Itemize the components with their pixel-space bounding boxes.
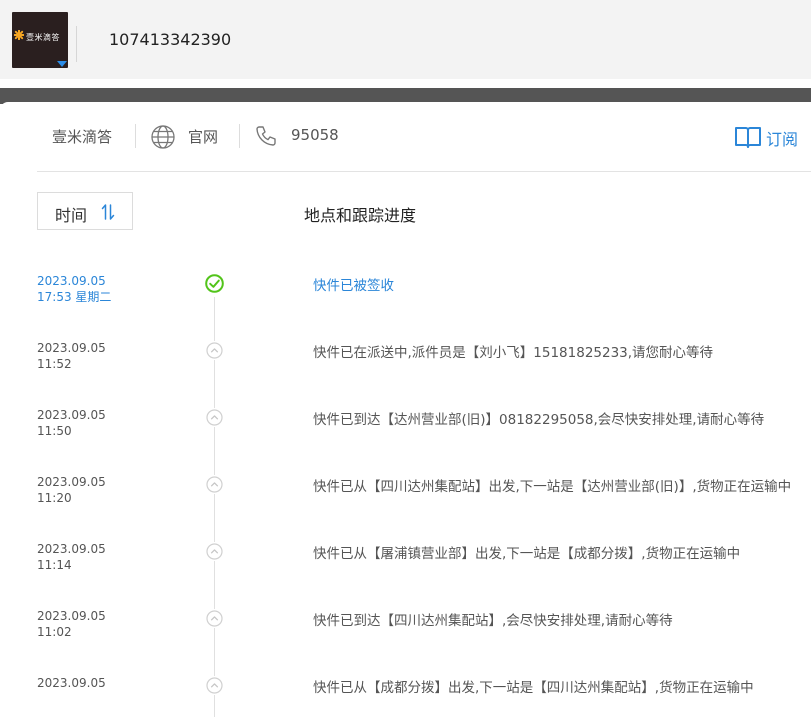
- search-bar: 壹米滴答 107413342390: [0, 0, 811, 79]
- event-description: 快件已从【成都分拨】出发,下一站是【四川达州集配站】,货物正在运输中: [313, 680, 754, 696]
- event-date: 2023.09.05: [37, 475, 106, 489]
- chevron-up-circle-icon: [205, 542, 224, 561]
- sort-label: 时间: [55, 206, 88, 225]
- event-date: 2023.09.05: [37, 609, 106, 623]
- website-link[interactable]: 官网: [188, 126, 218, 147]
- chevron-up-circle-icon: [205, 609, 224, 628]
- divider: [37, 171, 811, 172]
- progress-column-header: 地点和跟踪进度: [304, 206, 417, 225]
- event-time: 17:53 星期二: [37, 290, 112, 304]
- timeline-event: 2023.09.05 11:14 快件已从【屠浦镇营业部】出发,下一站是【成都分拨】…: [0, 520, 811, 586]
- event-date: 2023.09.05: [37, 408, 106, 422]
- carrier-info-row: 壹米滴答 官网 95058 订阅: [0, 102, 811, 172]
- chevron-up-circle-icon: [205, 676, 224, 695]
- timeline-event: 2023.09.05 11:52 快件已在派送中,派件员是【刘小飞】15181825…: [0, 319, 811, 385]
- event-date: 2023.09.05: [37, 274, 106, 288]
- event-time: 11:14: [37, 558, 72, 572]
- book-icon[interactable]: [734, 124, 762, 150]
- tracking-number-input[interactable]: 107413342390: [109, 30, 231, 49]
- carrier-phone[interactable]: 95058: [291, 126, 339, 144]
- logo-star-icon: [14, 30, 24, 40]
- event-description: 快件已在派送中,派件员是【刘小飞】15181825233,请您耐心等待: [313, 345, 714, 361]
- timeline-event: 2023.09.05 11:02 快件已到达【四川达州集配站】,会尽快安排处理,请耐…: [0, 587, 811, 653]
- event-date: 2023.09.05: [37, 341, 106, 355]
- sort-by-time-button[interactable]: 时间: [37, 192, 133, 230]
- chevron-up-circle-icon: [205, 341, 224, 360]
- event-time: 11:02: [37, 625, 72, 639]
- tracking-result-card: 壹米滴答 官网 95058 订阅 时间 地点和跟踪进度 2023.09.05 1…: [0, 102, 811, 717]
- divider: [76, 26, 77, 62]
- event-description: 快件已被签收: [313, 278, 394, 294]
- logo-text: 壹米滴答: [26, 33, 60, 42]
- event-description: 快件已从【屠浦镇营业部】出发,下一站是【成都分拨】,货物正在运输中: [313, 546, 741, 562]
- phone-icon: [256, 126, 276, 146]
- event-date: 2023.09.05: [37, 676, 106, 690]
- timeline-event: 2023.09.05 11:50 快件已到达【达州营业部(旧)】0818229505…: [0, 386, 811, 452]
- divider: [239, 124, 240, 148]
- sort-icon: [101, 204, 115, 220]
- carrier-name: 壹米滴答: [52, 128, 113, 146]
- event-description: 快件已到达【达州营业部(旧)】08182295058,会尽快安排处理,请耐心等待: [313, 412, 765, 428]
- chevron-up-circle-icon: [205, 408, 224, 427]
- event-date: 2023.09.05: [37, 542, 106, 556]
- timeline-event: 2023.09.05 17:53 星期二 快件已被签收: [0, 252, 811, 318]
- divider: [135, 124, 136, 148]
- timeline-event: 2023.09.05 11:20 快件已从【四川达州集配站】出发,下一站是【达州营业…: [0, 453, 811, 519]
- chevron-up-circle-icon: [205, 475, 224, 494]
- carrier-logo-selector[interactable]: 壹米滴答: [12, 12, 68, 68]
- subscribe-button[interactable]: 订阅: [766, 126, 798, 150]
- timeline-event: 2023.09.05 快件已从【成都分拨】出发,下一站是【四川达州集配站】,货物正…: [0, 654, 811, 720]
- event-description: 快件已到达【四川达州集配站】,会尽快安排处理,请耐心等待: [313, 613, 673, 629]
- event-time: 11:52: [37, 357, 72, 371]
- tracking-timeline: 2023.09.05 17:53 星期二 快件已被签收 2023.09.05 11:52…: [0, 252, 811, 717]
- delivered-check-icon: [205, 274, 224, 293]
- event-description: 快件已从【四川达州集配站】出发,下一站是【达州营业部(旧)】,货物正在运输中: [313, 479, 792, 495]
- globe-icon[interactable]: [150, 124, 176, 150]
- caret-down-icon: [57, 61, 67, 67]
- event-time: 11:20: [37, 491, 72, 505]
- event-time: 11:50: [37, 424, 72, 438]
